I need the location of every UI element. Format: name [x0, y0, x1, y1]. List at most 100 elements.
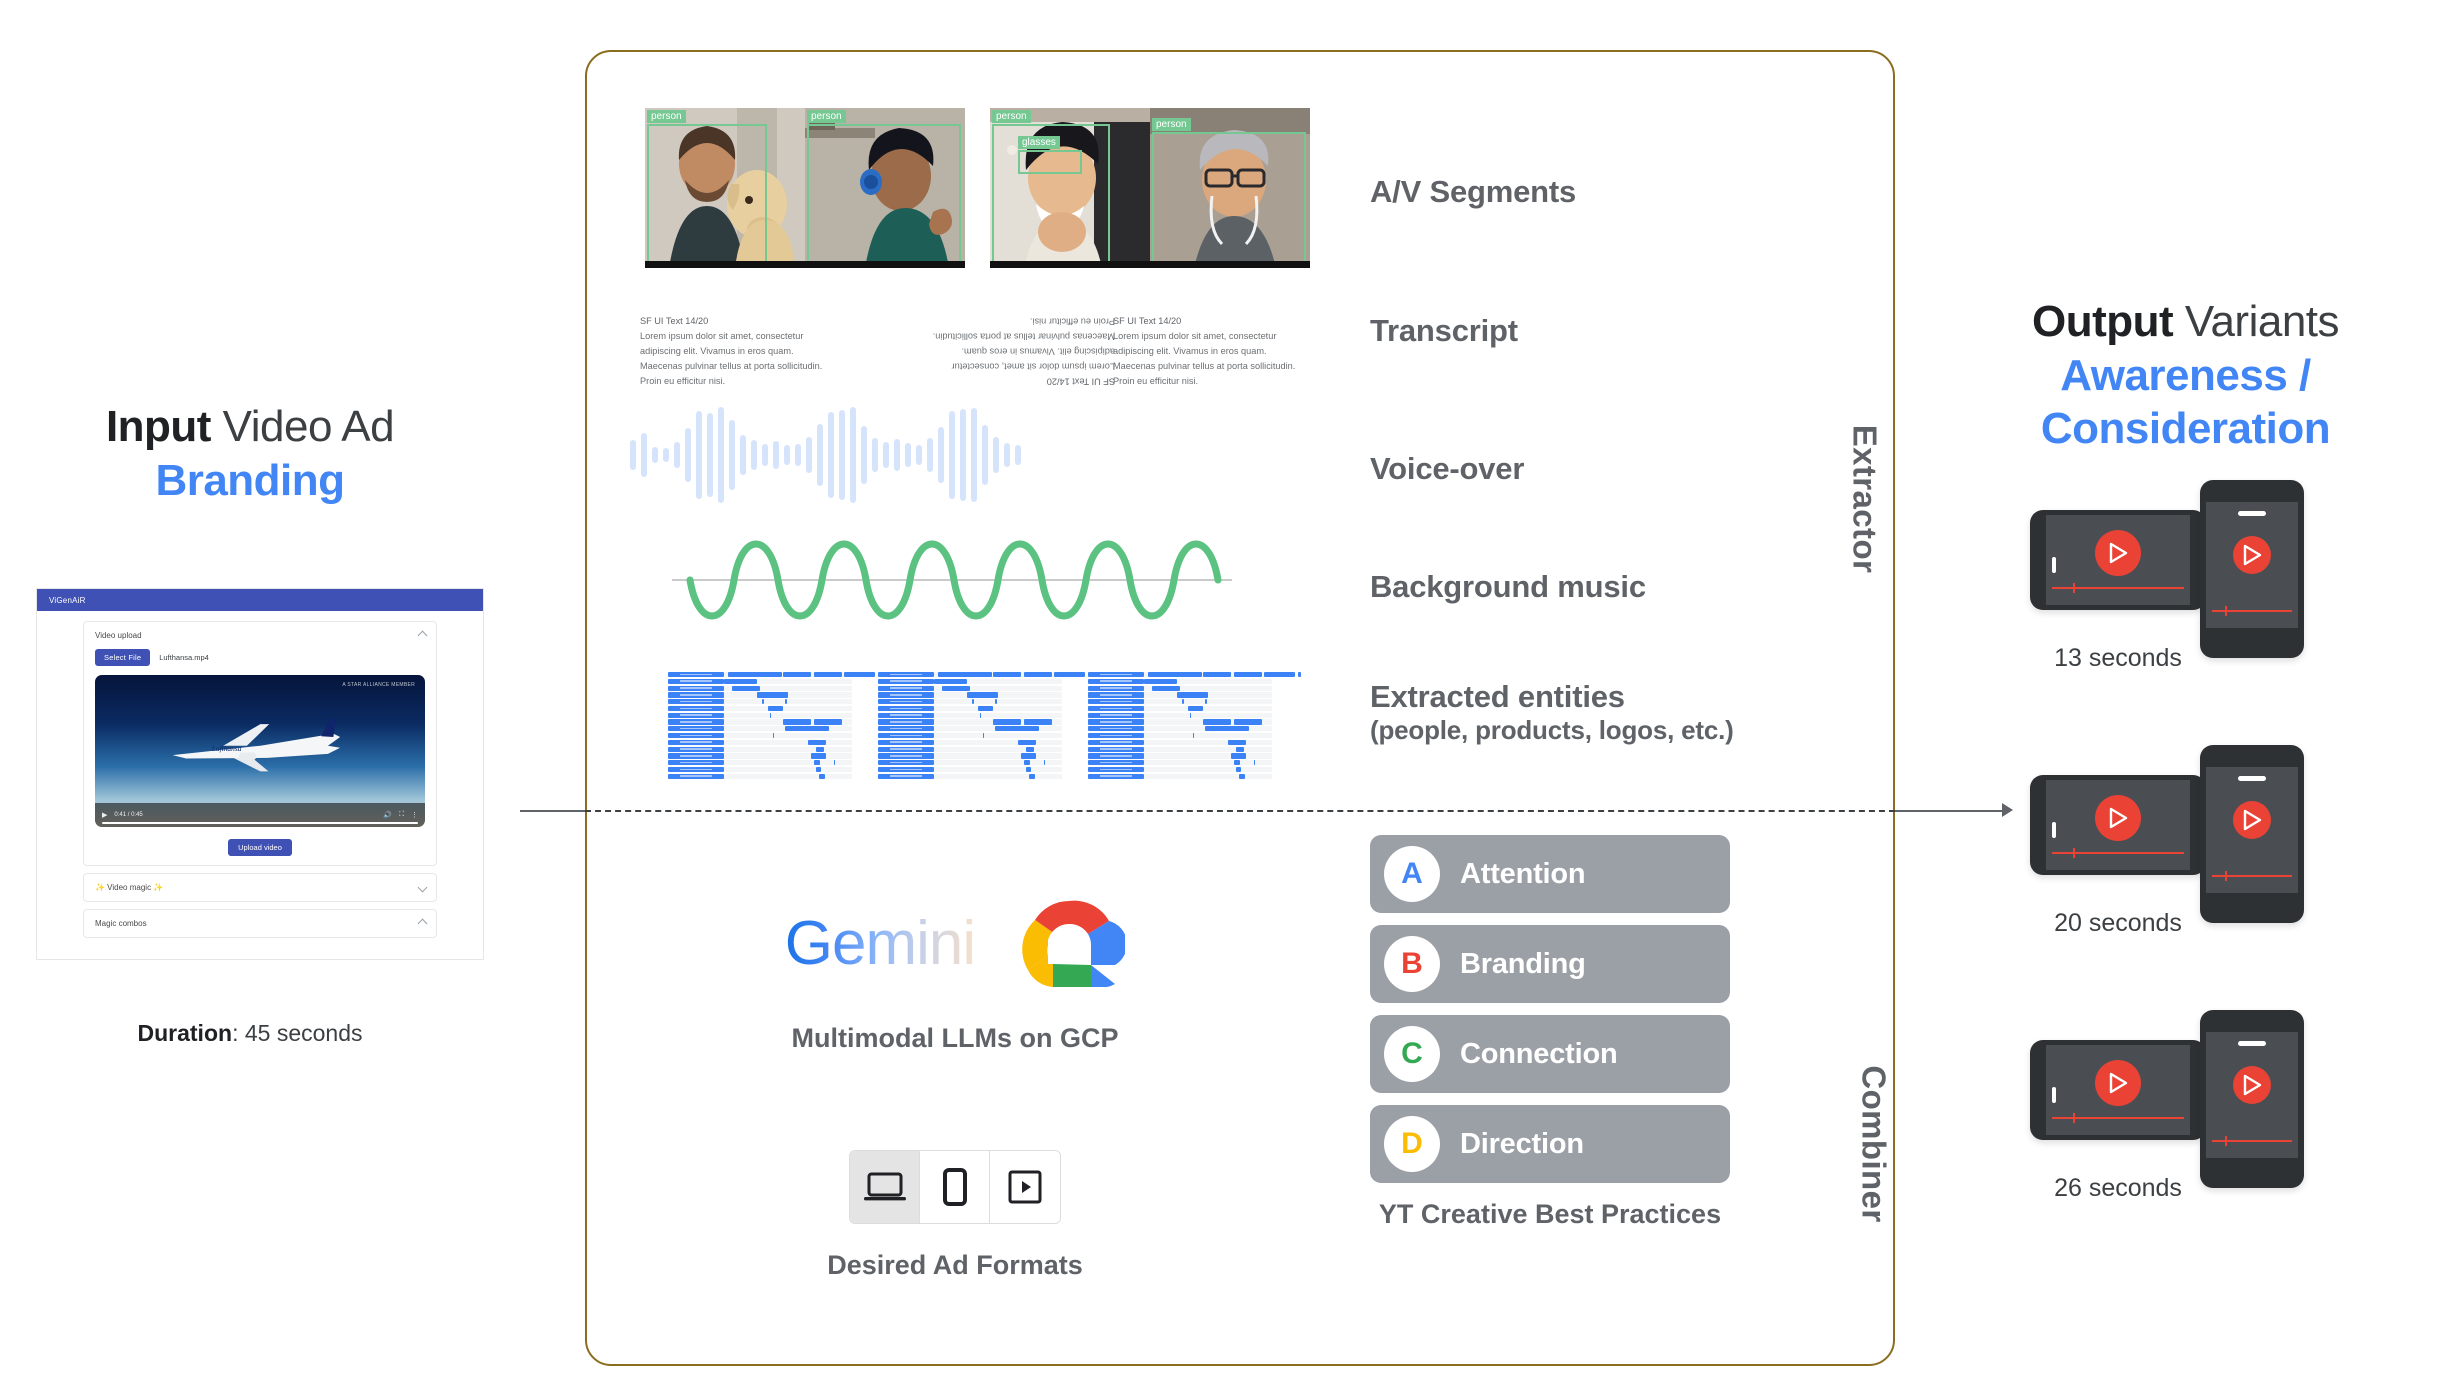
landscape-device-mockup[interactable]	[2030, 510, 2206, 610]
waveform-bar	[883, 442, 889, 468]
yt-card-branding[interactable]: B Branding	[1370, 925, 1730, 1003]
play-button-icon[interactable]	[2095, 529, 2141, 576]
entity-name-chip	[878, 712, 934, 718]
entity-track	[1144, 672, 1302, 678]
video-magic-card[interactable]: ✨ Video magic ✨	[83, 873, 437, 902]
row-label-background-music: Background music	[1370, 569, 1646, 604]
gemini-logo-row: Gemini	[740, 895, 1170, 993]
waveform-bar	[729, 420, 735, 490]
entity-track	[934, 672, 1092, 678]
input-title-accent: Branding	[155, 455, 345, 505]
progress-bar[interactable]	[2212, 871, 2292, 881]
entity-track	[1144, 719, 1272, 725]
entity-track	[934, 733, 1062, 739]
play-icon[interactable]: ▶	[102, 811, 107, 819]
progress-bar[interactable]	[2052, 583, 2184, 593]
format-phone-option[interactable]	[920, 1151, 990, 1223]
entity-name-chip	[878, 766, 934, 773]
yt-card-label: Connection	[1460, 1037, 1618, 1070]
yt-card-connection[interactable]: C Connection	[1370, 1015, 1730, 1093]
entity-name-chip	[878, 753, 934, 759]
play-button-icon[interactable]	[2095, 1059, 2141, 1106]
play-button-icon[interactable]	[2233, 800, 2271, 839]
entity-row	[1088, 678, 1272, 684]
waveform-bar	[927, 438, 933, 472]
waveform-bar	[817, 424, 823, 486]
entity-bar	[1297, 672, 1302, 678]
entity-track	[724, 739, 852, 745]
vigenair-app-mockup[interactable]: ViGenAiR Video upload Select File Luftha…	[36, 588, 484, 960]
entity-bar	[727, 672, 782, 678]
volume-icon[interactable]: 🔊	[383, 811, 392, 819]
select-file-button[interactable]: Select File	[95, 649, 151, 666]
llm-caption: Multimodal LLMs on GCP	[791, 1023, 1119, 1053]
format-laptop-option[interactable]	[850, 1151, 920, 1223]
entity-track	[724, 760, 852, 766]
video-upload-card[interactable]: Video upload Select File Lufthansa.mp4 A…	[83, 621, 437, 866]
ad-format-toggle-group[interactable]	[849, 1150, 1061, 1224]
entity-bar	[1187, 705, 1203, 712]
detection-box-person-1	[647, 124, 767, 266]
magic-combos-card[interactable]: Magic combos	[83, 909, 437, 938]
entity-name-chip	[878, 699, 934, 705]
entity-row	[1088, 733, 1272, 739]
entity-bar	[813, 719, 842, 725]
transcript-line-1: Lorem ipsum dolor sit amet, consectetur	[640, 330, 804, 341]
upload-video-button[interactable]: Upload video	[228, 839, 292, 856]
entity-track	[724, 699, 852, 705]
portrait-device-mockup[interactable]	[2200, 745, 2304, 923]
entity-row	[668, 773, 852, 779]
format-video-player-option[interactable]	[990, 1151, 1060, 1223]
app-name: ViGenAiR	[49, 595, 86, 605]
play-button-icon[interactable]	[2233, 1065, 2271, 1104]
video-time: 0:41 / 0:45	[114, 812, 143, 818]
waveform-bar	[861, 426, 867, 484]
progress-bar[interactable]	[2212, 1136, 2292, 1146]
progress-bar[interactable]	[2052, 1113, 2184, 1123]
video-player-icon	[1008, 1170, 1042, 1204]
video-player[interactable]: A STAR ALLIANCE MEMBER Lufthansa ▶ 0:41 …	[95, 675, 425, 827]
waveform-bar	[784, 445, 790, 465]
progress-bar[interactable]	[2212, 606, 2292, 616]
entity-bar	[816, 746, 824, 752]
entity-name-chip	[1088, 760, 1144, 766]
entity-bar	[1264, 672, 1296, 678]
gemini-block: Gemini Multimodal LLMs on GCP	[740, 895, 1170, 1054]
portrait-device-mockup[interactable]	[2200, 1010, 2304, 1188]
entity-track	[934, 685, 1062, 691]
progress-bar[interactable]	[2052, 848, 2184, 858]
speaker-icon	[2238, 511, 2266, 516]
entity-bar	[1026, 746, 1034, 752]
av-thumb-group-1: person person	[645, 108, 965, 268]
entity-row	[1088, 726, 1272, 732]
landscape-device-mockup[interactable]	[2030, 775, 2206, 875]
play-button-icon[interactable]	[2095, 794, 2141, 841]
waveform-bar	[806, 437, 812, 473]
entity-bar	[818, 773, 826, 779]
video-scrubber[interactable]	[102, 822, 418, 824]
ad-formats-caption: Desired Ad Formats	[827, 1250, 1083, 1280]
transcript-line-4: Proin eu efficitur nisi.	[1113, 375, 1199, 386]
star-alliance-text: A STAR ALLIANCE MEMBER	[342, 682, 415, 688]
waveform-bar	[894, 439, 900, 471]
more-options-icon[interactable]: ⋮	[411, 811, 418, 819]
fullscreen-icon[interactable]: ⛶	[399, 811, 404, 819]
yt-card-attention[interactable]: A Attention	[1370, 835, 1730, 913]
video-magic-title: ✨ Video magic ✨	[95, 883, 164, 892]
portrait-device-mockup[interactable]	[2200, 480, 2304, 658]
entity-row	[668, 712, 852, 718]
yt-card-direction[interactable]: D Direction	[1370, 1105, 1730, 1183]
waveform-bar	[971, 408, 977, 502]
entity-bar	[977, 705, 993, 712]
entity-bar	[1151, 685, 1180, 691]
entity-name-chip	[668, 712, 724, 718]
play-button-icon[interactable]	[2233, 535, 2271, 574]
entity-track	[1144, 699, 1272, 705]
entity-name-chip	[878, 692, 934, 698]
detection-tag-person-1: person	[647, 110, 686, 123]
filmstrip-2	[805, 261, 965, 268]
entity-track	[1144, 766, 1272, 773]
waveform-bar	[982, 425, 988, 485]
landscape-device-mockup[interactable]	[2030, 1040, 2206, 1140]
entity-bar	[1044, 760, 1046, 766]
